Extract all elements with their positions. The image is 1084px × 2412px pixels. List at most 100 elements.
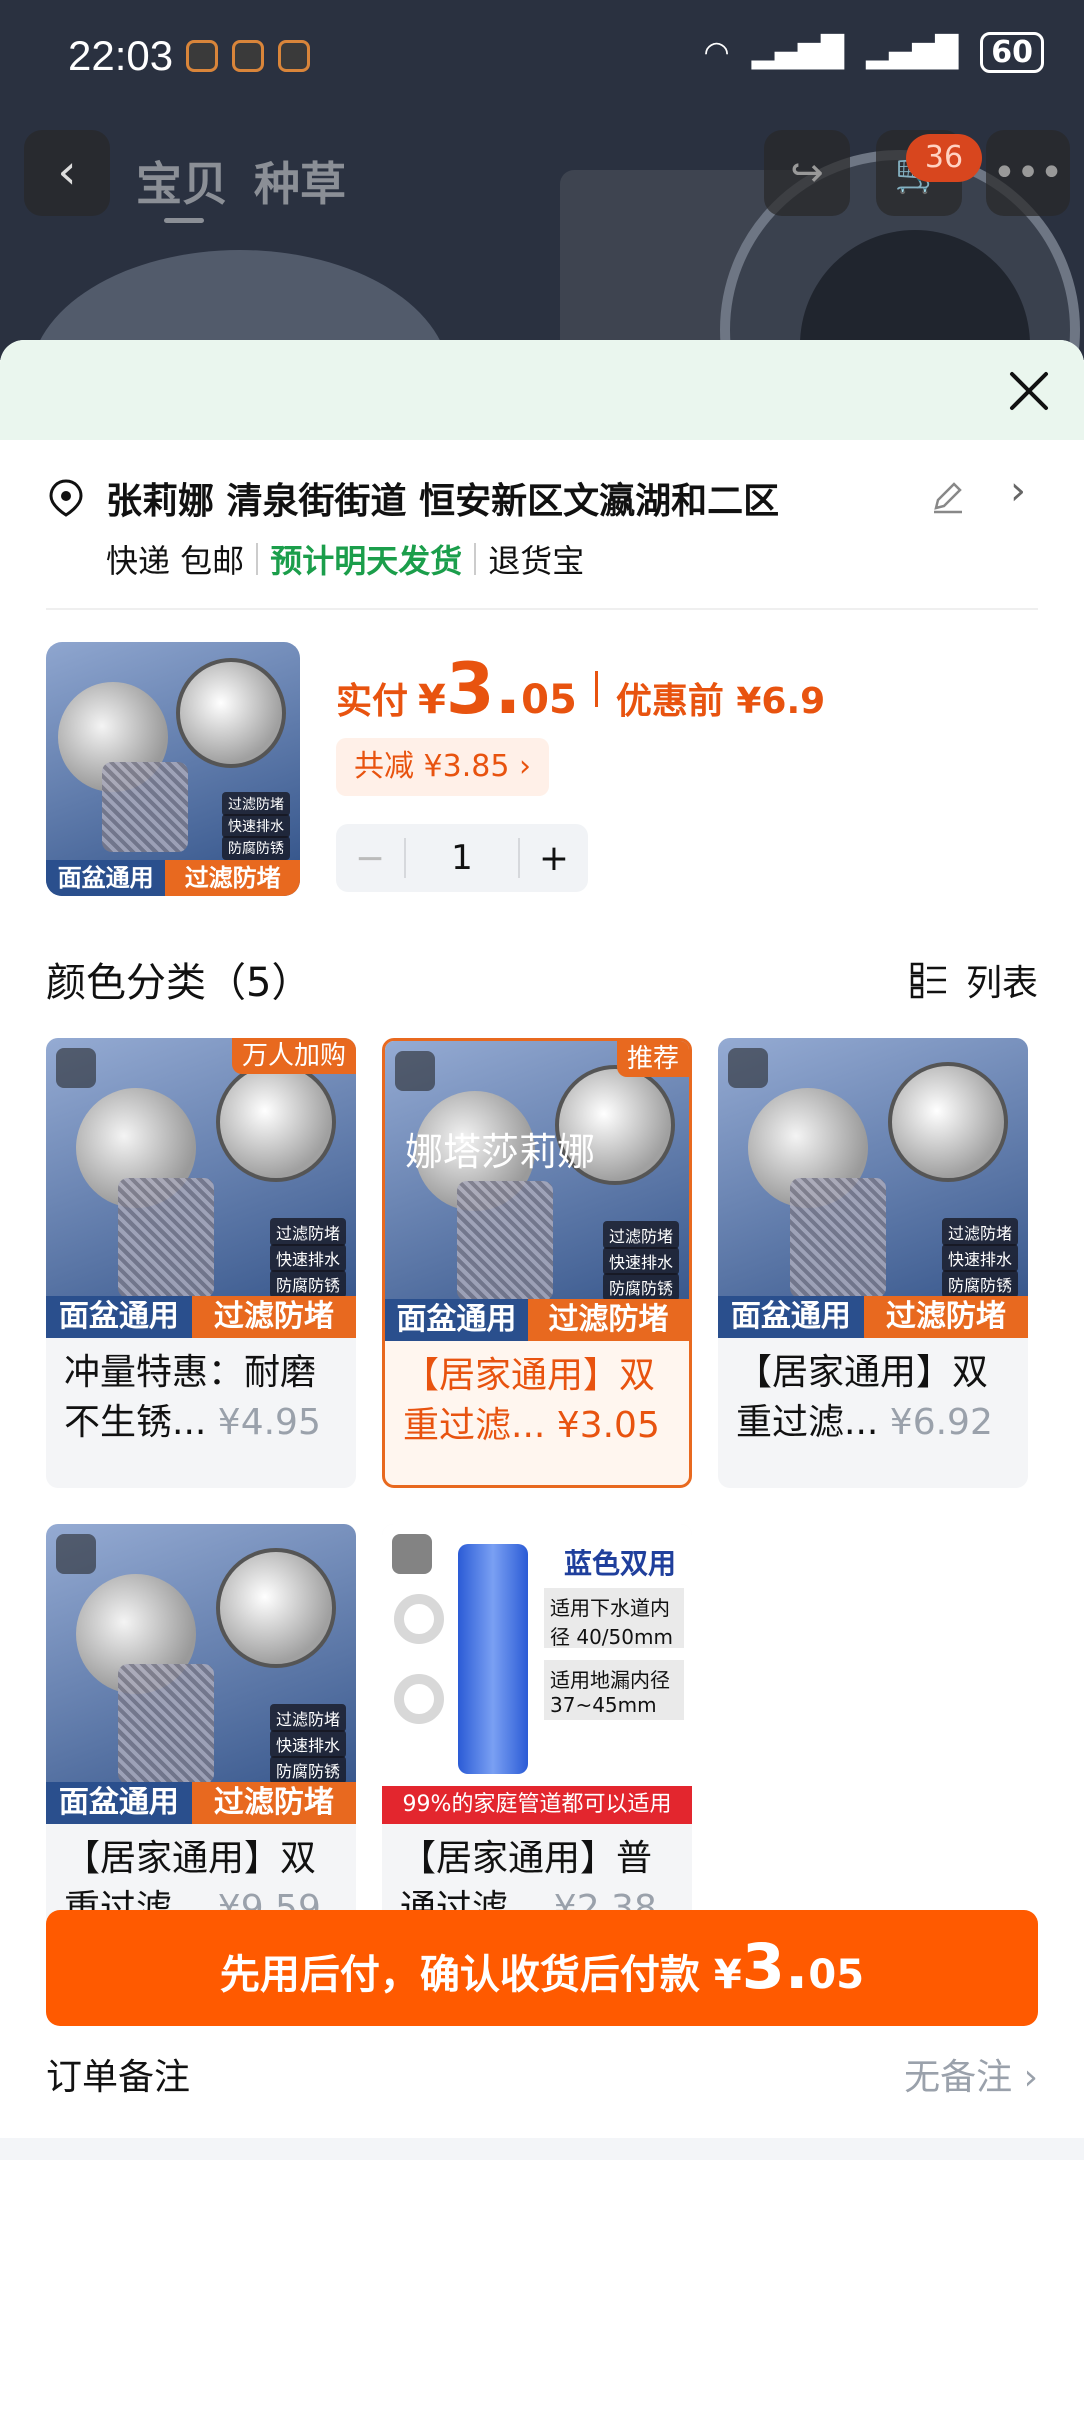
variant-band: 面盆通用 过滤防堵 (46, 1296, 356, 1338)
tab-indicator (164, 218, 204, 223)
variant-card[interactable]: 过滤防堵 快速排水 防腐防锈 面盆通用 过滤防堵 万人加购 冲量特惠：耐磨不生锈… (46, 1038, 356, 1488)
feature-label: 快速排水 (941, 1244, 1018, 1272)
product-summary: 过滤防堵 快速排水 防腐防锈 面盆通用 过滤防堵 实付 ¥ 3. 05 优惠前 … (46, 610, 1038, 922)
variant-card-selected[interactable]: 娜塔莎莉娜 过滤防堵 快速排水 防腐防锈 面盆通用 过滤防堵 推荐 【居家通用】… (382, 1038, 692, 1488)
expand-icon[interactable] (728, 1048, 768, 1088)
variant-price: ¥4.95 (217, 1402, 321, 1443)
order-remark-label: 订单备注 (46, 2057, 191, 2098)
watermark-text: 娜塔莎莉娜 (405, 1130, 596, 1174)
mesh-image (102, 762, 188, 852)
sheet-header (0, 340, 1084, 440)
feature-label: 过滤防堵 (602, 1221, 679, 1249)
ring-image (394, 1594, 444, 1644)
more-button[interactable]: ••• (986, 130, 1070, 216)
share-button[interactable]: ↪ (764, 130, 850, 216)
list-view-toggle[interactable]: 列表 (910, 954, 1038, 1006)
address-text: 张莉娜 清泉街街道 恒安新区文瀛湖和二区 (106, 481, 780, 522)
shipping-info: 快递 包邮 预计明天发货 退货宝 (106, 536, 584, 582)
variant-card[interactable]: 过滤防堵 快速排水 防腐防锈 面盆通用 过滤防堵 【居家通用】双重过滤... ¥… (718, 1038, 1028, 1488)
price-decimal: 05 (521, 677, 577, 723)
drain-cap-image (176, 658, 286, 768)
price-label: 实付 (336, 681, 409, 722)
return-insurance: 退货宝 (488, 542, 585, 580)
edit-icon[interactable] (928, 476, 968, 516)
price-line: 实付 ¥ 3. 05 优惠前 ¥6.9 (336, 654, 825, 724)
app-notification-icon (186, 40, 218, 72)
pay-later-button[interactable]: 先用后付，确认收货后付款 ¥ 3. 05 (46, 1910, 1038, 2026)
variants-title: 颜色分类（5） (46, 960, 312, 1006)
band-left-text: 面盆通用 (718, 1296, 864, 1338)
product-band: 面盆通用 过滤防堵 (46, 860, 300, 896)
feature-label: 过滤防堵 (941, 1218, 1018, 1246)
band-right-text: 过滤防堵 (191, 1782, 356, 1824)
variant-band: 面盆通用 过滤防堵 (46, 1782, 356, 1824)
variant-price: ¥6.92 (889, 1402, 993, 1443)
variants-header: 颜色分类（5） 列表 (46, 922, 1038, 1038)
saving-badge[interactable]: 共减 ¥3.85 › (336, 738, 549, 796)
mesh-image (118, 1178, 214, 1298)
purchase-sheet: 张莉娜 清泉街街道 恒安新区文瀛湖和二区 › 快递 包邮 预计明天发货 退货宝 … (0, 340, 1084, 2412)
feature-label: 防腐防锈 (269, 1270, 346, 1298)
tab-zhongcao[interactable]: 种草 (254, 148, 346, 214)
variant-description: 【居家通用】双重过滤... ¥6.92 (718, 1338, 1028, 1488)
drain-cap-image (888, 1062, 1008, 1182)
product-thumbnail[interactable]: 过滤防堵 快速排水 防腐防锈 面盆通用 过滤防堵 (46, 642, 300, 896)
address-section[interactable]: 张莉娜 清泉街街道 恒安新区文瀛湖和二区 › 快递 包邮 预计明天发货 退货宝 (46, 440, 1038, 610)
shipping-method: 快递 包邮 (106, 542, 245, 580)
decrease-button[interactable]: − (336, 838, 404, 879)
variant-tag: 万人加购 (231, 1038, 356, 1074)
mesh-image (457, 1181, 553, 1301)
quantity-stepper: − 1 + (336, 824, 588, 892)
top-nav: ‹ 宝贝 种草 ↪ 🛒 36 ••• (0, 130, 1084, 223)
image-title: 蓝色双用 (563, 1547, 676, 1580)
chevron-right-icon: › (1010, 468, 1026, 514)
variant-description: 冲量特惠：耐磨不生锈... ¥4.95 (46, 1338, 356, 1488)
back-button[interactable]: ‹ (24, 130, 110, 216)
variant-image: 过滤防堵 快速排水 防腐防锈 面盆通用 过滤防堵 (46, 1524, 356, 1824)
variant-card[interactable]: 过滤防堵 快速排水 防腐防锈 面盆通用 过滤防堵 【居家通用】双重过滤... ¥… (46, 1524, 356, 1974)
feature-label: 过滤防堵 (269, 1704, 346, 1732)
variants-grid: 过滤防堵 快速排水 防腐防锈 面盆通用 过滤防堵 万人加购 冲量特惠：耐磨不生锈… (46, 1038, 1038, 1998)
order-remark-value: 无备注 › (904, 2057, 1038, 2098)
list-view-label: 列表 (965, 963, 1038, 1004)
feature-label: 防腐防锈 (602, 1273, 679, 1301)
divider (594, 671, 598, 707)
expand-icon[interactable] (395, 1051, 435, 1091)
image-band: 99%的家庭管道都可以适用 (382, 1786, 692, 1824)
tab-baobei[interactable]: 宝贝 (136, 148, 228, 214)
feature-label: 防腐防锈 (941, 1270, 1018, 1298)
band-left-text: 面盆通用 (385, 1299, 528, 1341)
signal-icon: ▂▄▆█ (865, 35, 959, 70)
expand-icon[interactable] (56, 1534, 96, 1574)
increase-button[interactable]: + (520, 838, 588, 879)
pay-button-label: 先用后付，确认收货后付款 ¥ (219, 1952, 742, 1998)
location-pin-icon (49, 479, 83, 517)
close-button[interactable] (1002, 364, 1056, 418)
close-icon (1010, 372, 1048, 410)
divider (256, 543, 259, 575)
list-view-icon (910, 962, 946, 999)
expand-icon[interactable] (392, 1534, 432, 1574)
notification-icons (186, 40, 310, 72)
band-right-text: 过滤防堵 (191, 1296, 356, 1338)
drain-cap-image (216, 1062, 336, 1182)
feature-label: 过滤防堵 (269, 1218, 346, 1246)
variant-band: 面盆通用 过滤防堵 (718, 1296, 1028, 1338)
wifi-icon: ◠ (703, 35, 730, 70)
feature-label: 快速排水 (602, 1247, 679, 1275)
feature-label: 快速排水 (269, 1244, 346, 1272)
section-divider (0, 2138, 1084, 2160)
expand-icon[interactable] (56, 1048, 96, 1088)
price-before-discount: 优惠前 ¥6.9 (615, 681, 826, 722)
signal-icon: ▂▄▆█ (751, 35, 844, 70)
variant-card[interactable]: 蓝色双用 适用下水道内径 40/50mm 适用地漏内径 37~45mm 99%的… (382, 1524, 692, 1974)
feature-label: 防腐防锈 (222, 836, 290, 860)
status-right: ◠ ▂▄▆█ ▂▄▆█ 60 (703, 32, 1044, 73)
variant-image: 娜塔莎莉娜 过滤防堵 快速排水 防腐防锈 面盆通用 过滤防堵 推荐 (385, 1041, 689, 1341)
app-notification-icon (278, 40, 310, 72)
quantity-value[interactable]: 1 (404, 838, 520, 878)
variant-image: 蓝色双用 适用下水道内径 40/50mm 适用地漏内径 37~45mm 99%的… (382, 1524, 692, 1824)
pay-amount-decimal: 05 (808, 1952, 865, 1998)
band-left-text: 面盆通用 (46, 860, 166, 896)
band-right-text: 过滤防堵 (863, 1296, 1028, 1338)
